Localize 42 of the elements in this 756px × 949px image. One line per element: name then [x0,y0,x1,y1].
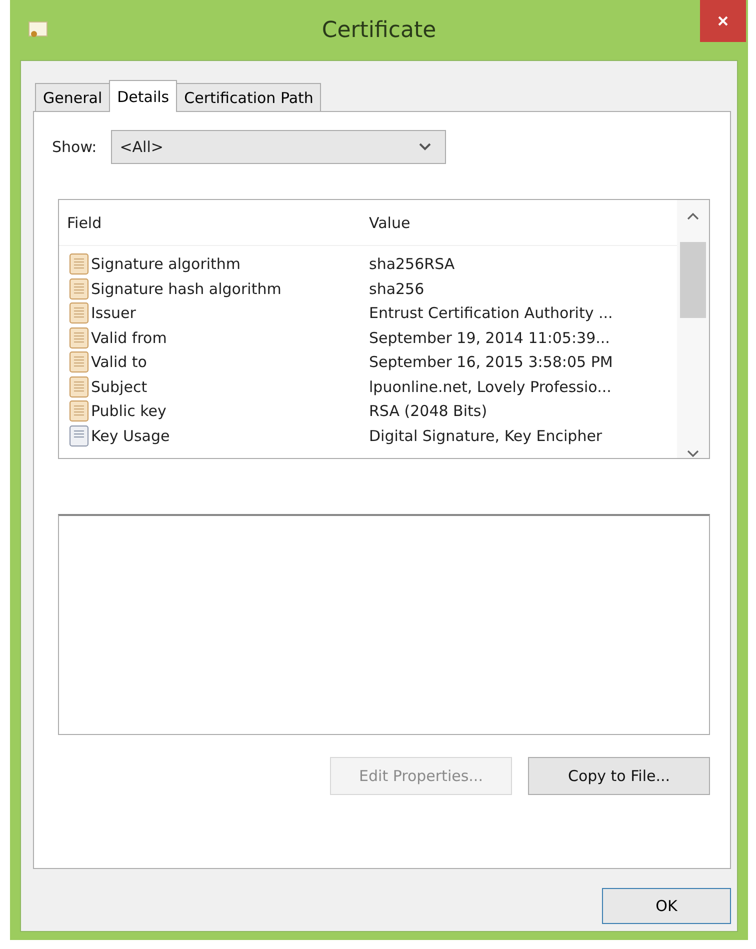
field-name[interactable]: Signature hash algorithm [91,280,282,298]
scrollbar[interactable] [677,200,709,458]
show-dropdown[interactable]: <All> [110,130,446,164]
certificate-icon [28,21,48,39]
tab[interactable]: Details [109,80,178,112]
close-button[interactable] [700,0,746,42]
scroll-down-icon[interactable] [687,450,699,458]
field-name[interactable]: Valid to [91,353,147,372]
field-value: Entrust Certification Authority ... [369,304,614,322]
document-icon [69,351,89,374]
field-value: Digital Signature, Key Encipher [369,426,604,445]
scroll-up-icon[interactable] [687,212,699,220]
document-icon [69,400,89,422]
field-name[interactable]: Subject [91,378,148,396]
document-icon [69,326,89,349]
field-value: sha256 [369,280,426,298]
field-value: lpuonline.net, Lovely Professio... [369,378,612,396]
action-button[interactable]: Copy to File... [528,757,710,795]
close-icon [717,15,729,27]
field-name[interactable]: Public key [91,402,166,420]
show-label: Show: [52,138,97,156]
column-header[interactable]: Field [59,214,369,232]
field-value: September 19, 2014 11:05:39... [369,328,611,347]
field-value: September 16, 2015 3:58:05 PM [369,353,614,372]
caret-icon [418,143,431,151]
window-title: Certificate [322,18,436,42]
document-icon [69,253,89,276]
scroll-thumb[interactable] [680,242,706,318]
field-name[interactable]: Valid from [91,328,167,347]
document-icon [69,278,89,300]
document-icon [69,376,89,398]
tab[interactable]: Certification Path [176,83,322,111]
tab[interactable]: General [35,83,110,111]
field-name[interactable]: Issuer [91,304,136,322]
document-icon [69,302,89,324]
column-header[interactable]: Value [369,214,677,232]
ok-button[interactable]: OK [602,888,731,924]
field-name[interactable]: Key Usage [91,426,170,445]
field-value: sha256RSA [369,255,456,274]
field-value: RSA (2048 Bits) [369,402,488,420]
document-icon [69,424,89,447]
field-name[interactable]: Signature algorithm [91,255,241,274]
